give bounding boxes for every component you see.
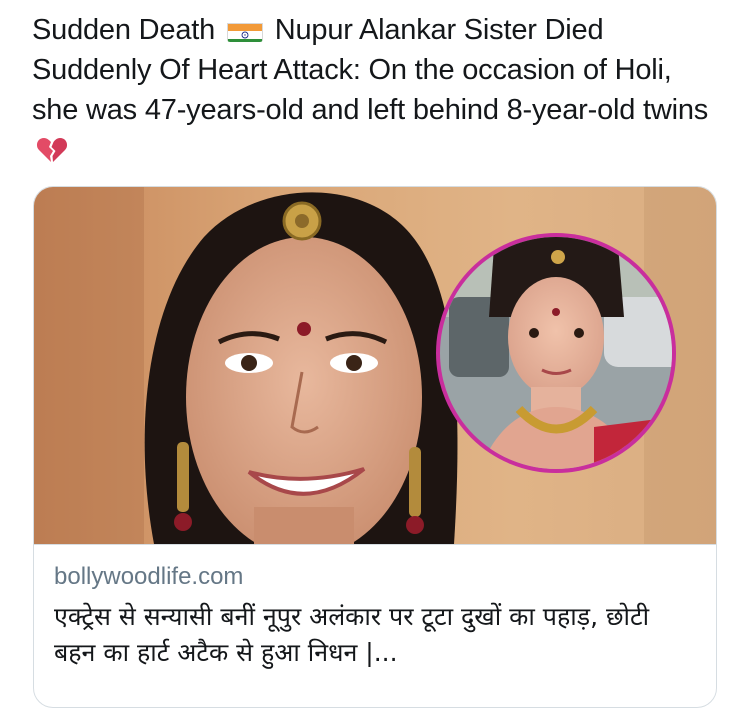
tweet-text-part1: Sudden Death [32, 14, 216, 46]
tweet-text: Sudden Death Nupur Alankar Sister Died S… [32, 10, 722, 170]
card-meta[interactable]: bollywoodlife.com एक्ट्रेस से सन्यासी बन… [34, 544, 716, 707]
card-image[interactable] [34, 187, 717, 544]
card-title: एक्ट्रेस से सन्यासी बनीं नूपुर अलंकार पर… [54, 602, 650, 667]
broken-heart-icon [36, 135, 68, 163]
india-flag-icon [226, 18, 263, 42]
card-domain: bollywoodlife.com [54, 563, 244, 590]
link-preview-card[interactable]: bollywoodlife.com एक्ट्रेस से सन्यासी बन… [33, 186, 717, 708]
